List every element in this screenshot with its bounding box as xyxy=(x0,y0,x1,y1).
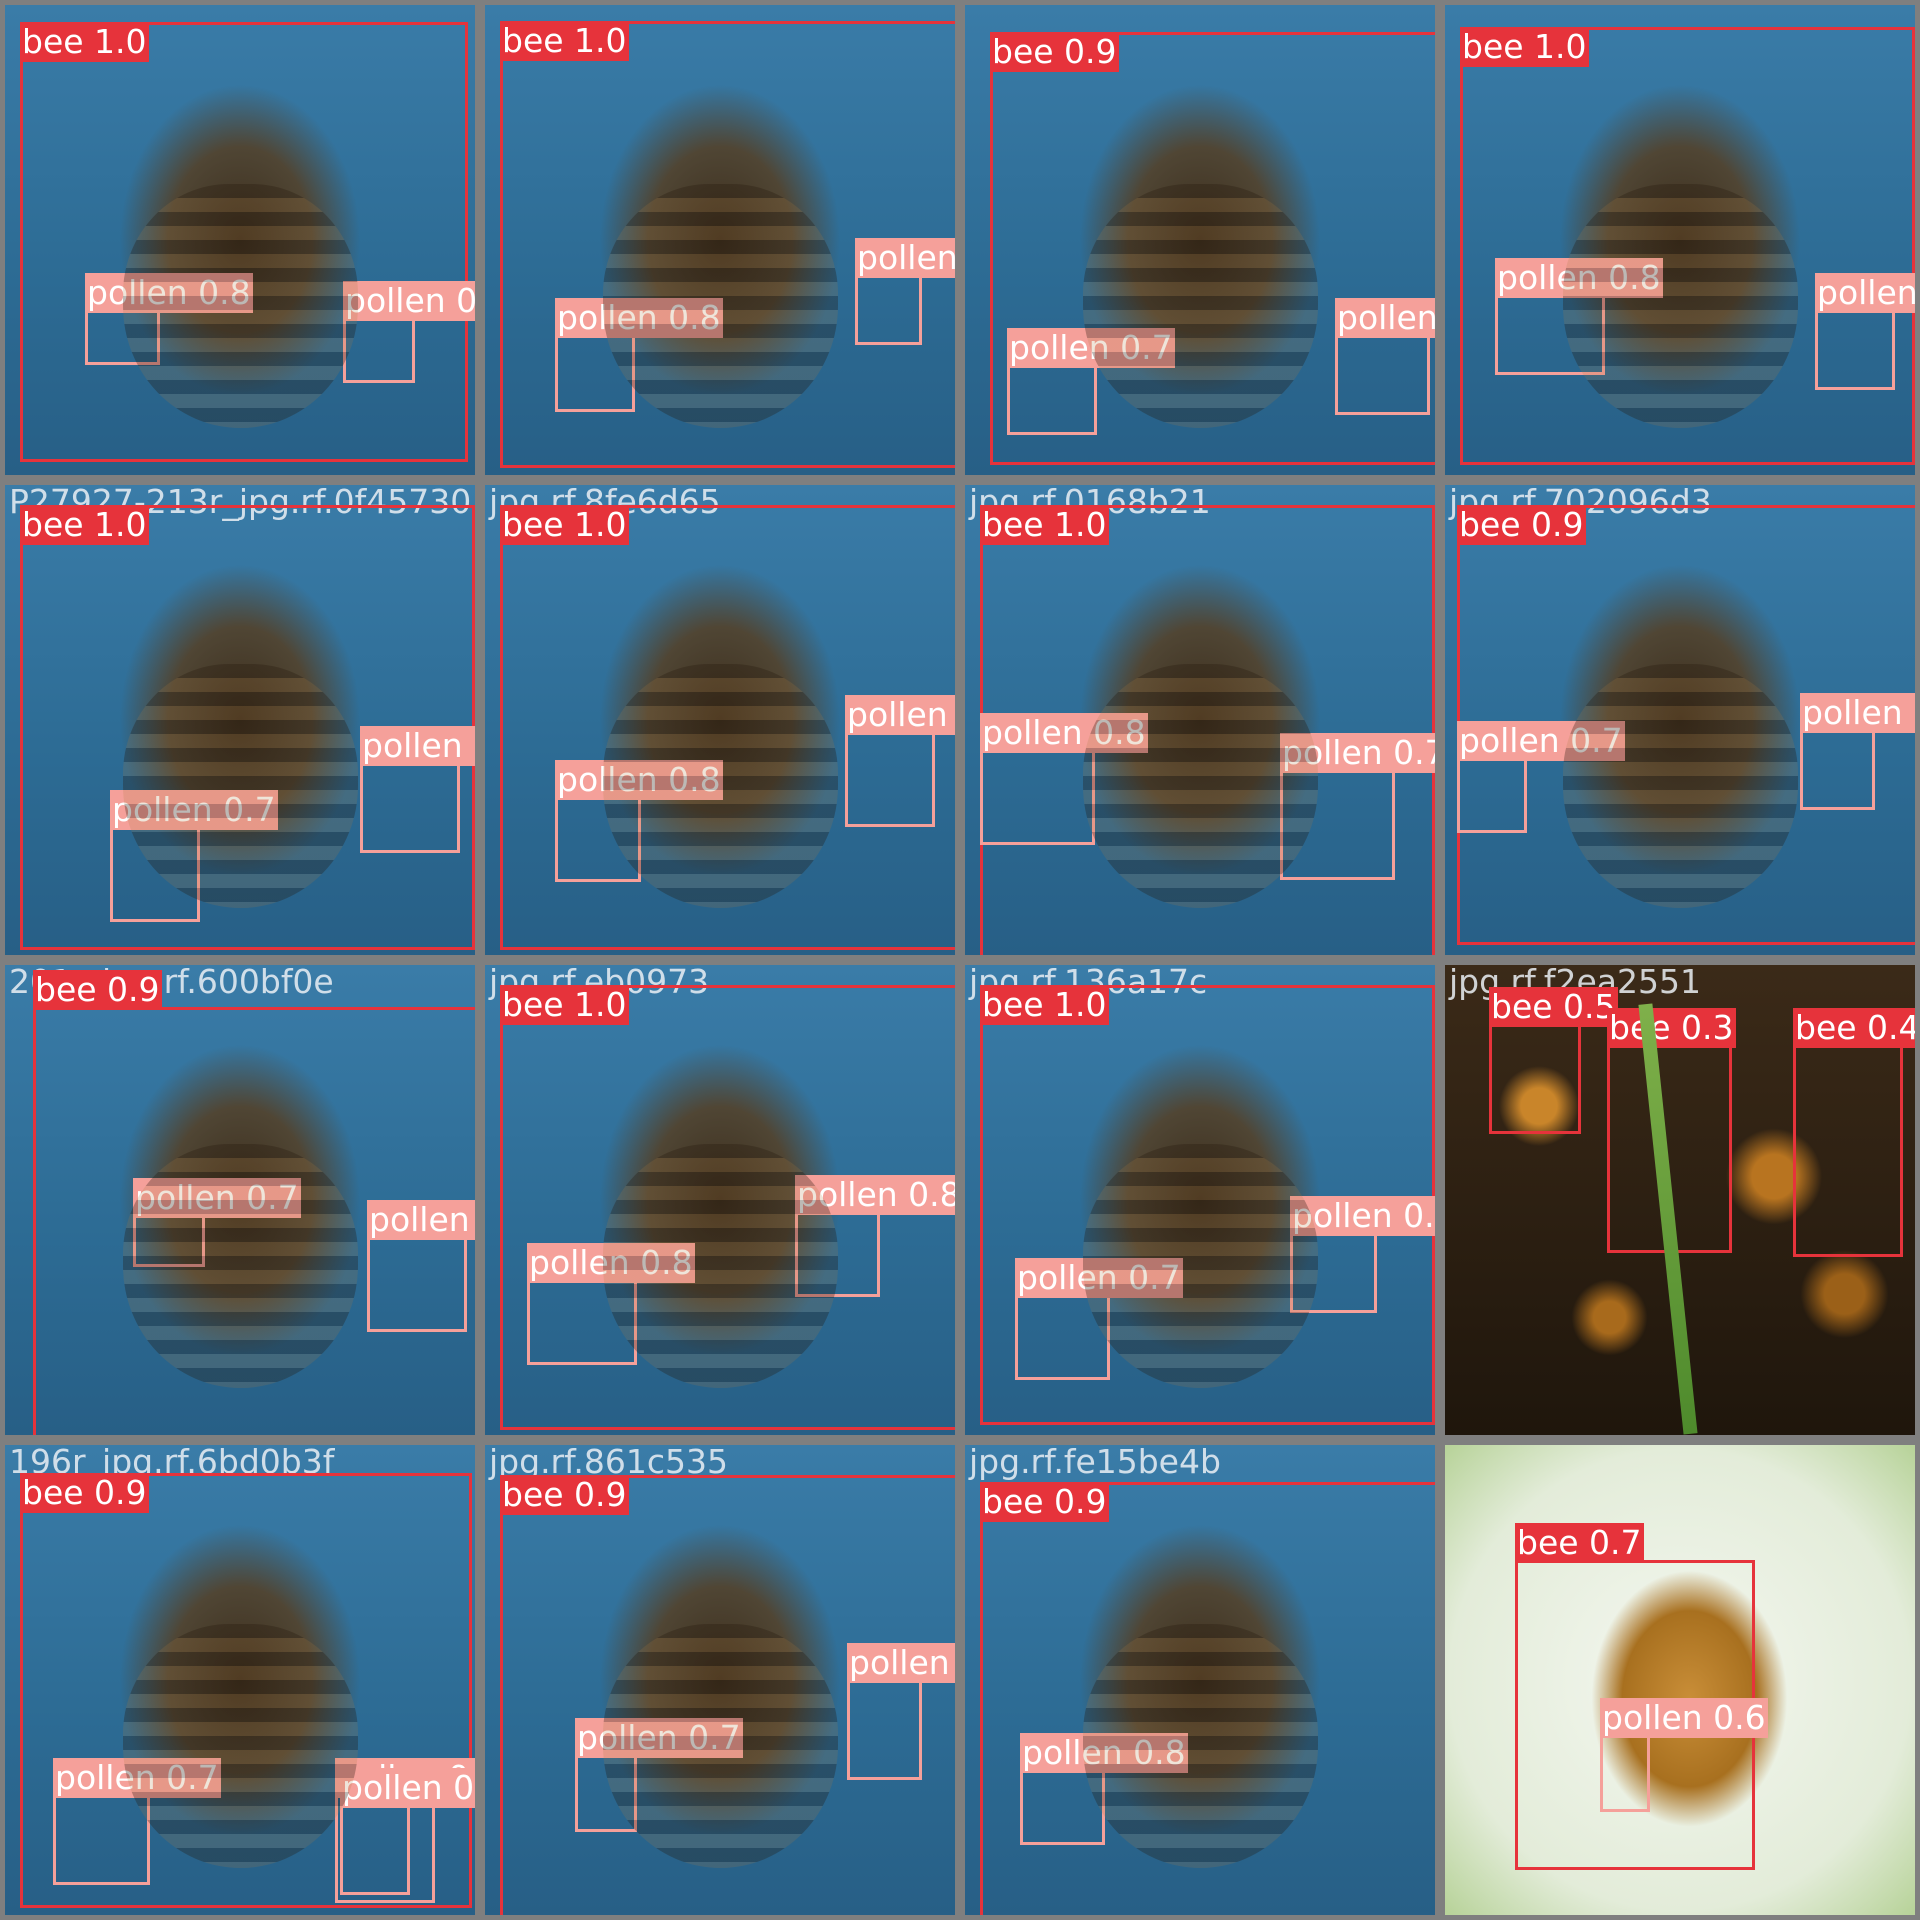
bee-detection-label: bee 1.0 xyxy=(20,505,149,545)
pollen-bounding-box: pollen 0.7 xyxy=(360,726,475,853)
bee-detection-label: bee 0.9 xyxy=(990,32,1119,72)
pollen-detection-label: pollen 0.7 xyxy=(133,1178,301,1218)
pollen-bounding-box: pollen 0.8 xyxy=(555,760,723,882)
bee-bounding-box: bee 1.0 xyxy=(1460,27,1915,465)
bee-bounding-box: bee 0.4 xyxy=(1793,1008,1915,1257)
pollen-bounding-box: pollen 0.7 xyxy=(1457,721,1625,833)
image-tile: jpg.rf.136a17cbee 1.0pollen 0.8pollen 0.… xyxy=(965,965,1435,1435)
bee-detection-label: bee 1.0 xyxy=(500,505,629,545)
bee-detection-label: bee 0.4 xyxy=(1793,1008,1915,1048)
bee-bounding-box: bee 0.3 xyxy=(1607,1008,1736,1253)
pollen-detection-label: pollen 0.6 xyxy=(855,238,955,278)
bee-detection-label: bee 0.9 xyxy=(980,1482,1109,1522)
pollen-detection-label: pollen 0 xyxy=(845,695,955,735)
image-tile: 196r_jpg.rf.6bd0b3f bee 0.9 pollen 0.7 poll… xyxy=(5,1445,475,1915)
pollen-bounding-box: pollen 0.6 xyxy=(855,238,955,345)
image-tile: bee 0.9 pollen 0.7 pollen 0.8 xyxy=(965,5,1435,475)
bee-detection-label: bee 0.3 xyxy=(1607,1008,1736,1048)
image-tile: jpg.rf.eb0973 bee 1.0 pollen 0.8 pollen 0.8 xyxy=(485,965,955,1435)
pollen-bounding-box: pollen 0.7 xyxy=(53,1758,221,1885)
pollen-detection-label: pollen 0.7 xyxy=(575,1718,743,1758)
pollen-detection-label: pollen 0.8 xyxy=(1495,258,1663,298)
bee-detection-label: bee 1.0 xyxy=(980,985,1109,1025)
pollen-detection-label: pollen 0.8 xyxy=(1020,1733,1188,1773)
pollen-bounding-box: pollen 0.8 xyxy=(1290,1196,1435,1313)
bee-bounding-box: bee 1.0 xyxy=(20,22,468,462)
pollen-detection-label: pollen 0.7 xyxy=(110,790,278,830)
pollen-bounding-box: pollen 0 xyxy=(845,695,955,827)
image-tile: P27927-213r_jpg.rf.0f45730 bee 1.0 pollen … xyxy=(5,485,475,955)
pollen-detection-label: pollen 0.7 xyxy=(1007,328,1175,368)
pollen-bounding-box: pollen 0.8 xyxy=(847,1643,955,1780)
pollen-bounding-box: pollen 0.7 xyxy=(575,1718,743,1832)
bee-detection-label: bee 0.9 xyxy=(500,1475,629,1515)
pollen-detection-label: pollen 0.8 xyxy=(367,1200,475,1240)
pollen-bounding-box: pollen 0.7 xyxy=(1007,328,1175,435)
pollen-detection-label: pollen 0.7 xyxy=(1280,733,1435,773)
bee-detection-label: bee 0.9 xyxy=(20,1473,149,1513)
bee-detection-label: bee 0.9 xyxy=(33,970,162,1010)
pollen-detection-label: pollen 0.7 xyxy=(1015,1258,1183,1298)
pollen-bounding-box: pollen 0.8 xyxy=(527,1243,695,1365)
image-tile: jpg.rf.702096d3bee 0.9pollen 0.7pollen 0 xyxy=(1445,485,1915,955)
image-filename: jpg.rf.861c535 xyxy=(489,1445,728,1481)
image-tile: jpg.rf.0168b21 bee 1.0 pollen 0.8 pollen 0.… xyxy=(965,485,1435,955)
pollen-bounding-box: pollen 0 xyxy=(1800,693,1915,810)
pollen-bounding-box: pollen 0.8 xyxy=(980,713,1148,845)
pollen-detection-label: pollen 0.7 xyxy=(53,1758,221,1798)
detection-mosaic: bee 1.0 pollen 0.8 pollen 0.7 bee 1.0 pollen… xyxy=(0,0,1920,1920)
image-tile: bee 1.0 pollen 0.8 pollen xyxy=(1445,5,1915,475)
bee-detection-label: bee 0.5 xyxy=(1489,987,1618,1027)
image-tile: bee 1.0 pollen 0.8 pollen 0.7 xyxy=(5,5,475,475)
pollen-detection-label: pollen 0.7 xyxy=(343,281,475,321)
bee-bounding-box: bee 0.9 xyxy=(980,1482,1435,1915)
bee-detection-label: bee 0.9 xyxy=(1457,505,1586,545)
bee-detection-label: bee 1.0 xyxy=(500,985,629,1025)
pollen-detection-label: pollen 0.8 xyxy=(85,273,253,313)
image-tile: jpg.rf.861c535bee 0.9 pollen 0.8 pollen 0.… xyxy=(485,1445,955,1915)
pollen-detection-label: pollen 0.6 xyxy=(340,1768,475,1808)
pollen-detection-label: pollen xyxy=(1815,273,1915,313)
pollen-bounding-box: pollen 0.7 xyxy=(1280,733,1435,880)
pollen-detection-label: pollen 0.8 xyxy=(527,1243,695,1283)
image-tile: 201r_jpg.rf.600bf0e bee 0.9 pollen 0.7 poll… xyxy=(5,965,475,1435)
pollen-bounding-box: pollen 0.8 xyxy=(1335,298,1435,415)
pollen-bounding-box: pollen 0.8 xyxy=(795,1175,955,1297)
bee-detection-label: bee 1.0 xyxy=(1460,27,1589,67)
pollen-bounding-box: pollen 0.7 xyxy=(343,281,475,383)
image-filename: jpg.rf.fe15be4b xyxy=(969,1445,1221,1481)
pollen-detection-label: pollen 0 xyxy=(1800,693,1915,733)
bee-bounding-box: bee 0.5 xyxy=(1489,987,1618,1134)
pollen-bounding-box: pollen 0.7 xyxy=(110,790,278,922)
pollen-detection-label: pollen 0.8 xyxy=(980,713,1148,753)
pollen-bounding-box: pollen 0.8 xyxy=(367,1200,475,1332)
pollen-bounding-box: pollen 0.8 xyxy=(555,298,723,412)
image-tile: jpg.rf.f2ea2551 bee 0.5 bee 0.3 bee 0.4 xyxy=(1445,965,1915,1435)
bee-detection-label: bee 0.7 xyxy=(1515,1523,1644,1563)
pollen-detection-label: pollen 0.8 xyxy=(795,1175,955,1215)
pollen-bounding-box: pollen 0.6 xyxy=(340,1768,475,1895)
pollen-detection-label: pollen 0.8 xyxy=(1335,298,1435,338)
image-tile: jpg.rf.8fe6d65bee 1.0pollen 0pollen 0.8 xyxy=(485,485,955,955)
pollen-detection-label: pollen 0.8 xyxy=(847,1643,955,1683)
pollen-bounding-box: pollen 0.8 xyxy=(85,273,253,365)
bee-detection-label: bee 1.0 xyxy=(500,21,629,61)
pollen-detection-label: pollen 0.8 xyxy=(555,760,723,800)
pollen-bounding-box: pollen 0.8 xyxy=(1020,1733,1188,1845)
pollen-detection-label: pollen 0.7 xyxy=(360,726,475,766)
bee-detection-label: bee 1.0 xyxy=(980,505,1109,545)
pollen-detection-label: pollen 0.6 xyxy=(1600,1698,1768,1738)
pollen-bounding-box: pollen xyxy=(1815,273,1915,390)
image-tile: bee 1.0 pollen 0.6 pollen 0.8 xyxy=(485,5,955,475)
pollen-detection-label: pollen 0.8 xyxy=(555,298,723,338)
pollen-bounding-box: pollen 0.7 xyxy=(1015,1258,1183,1380)
pollen-bounding-box: pollen 0.8 xyxy=(1495,258,1663,375)
pollen-bounding-box: pollen 0.7 xyxy=(133,1178,301,1267)
pollen-bounding-box: pollen 0.6 xyxy=(1600,1698,1768,1812)
image-tile: bee 0.7 pollen 0.6 xyxy=(1445,1445,1915,1915)
pollen-detection-label: pollen 0.7 xyxy=(1457,721,1625,761)
pollen-detection-label: pollen 0.8 xyxy=(1290,1196,1435,1236)
image-tile: jpg.rf.fe15be4b bee 0.9 pollen 0.8 xyxy=(965,1445,1435,1915)
bee-detection-label: bee 1.0 xyxy=(20,22,149,62)
